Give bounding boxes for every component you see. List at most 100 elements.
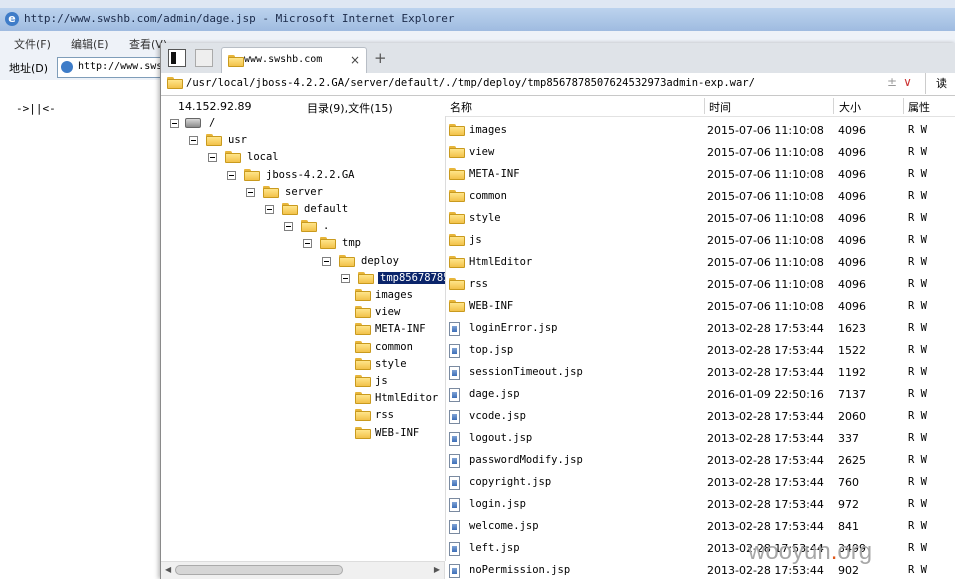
tree-node-label[interactable]: js <box>373 375 390 387</box>
file-row[interactable]: left.jsp 2013-02-28 17:53:44 3499 R W <box>446 538 955 560</box>
file-name[interactable]: welcome.jsp <box>469 520 539 532</box>
collapse-toggle-icon[interactable] <box>322 256 331 266</box>
file-row[interactable]: top.jsp 2013-02-28 17:53:44 1522 R W <box>446 340 955 362</box>
close-tab-icon[interactable]: × <box>350 53 360 67</box>
file-row[interactable]: copyright.jsp 2013-02-28 17:53:44 760 R W <box>446 472 955 494</box>
file-name[interactable]: images <box>469 124 507 136</box>
file-row[interactable]: login.jsp 2013-02-28 17:53:44 972 R W <box>446 494 955 516</box>
ie-address-input[interactable]: http://www.swshb.com/admin/dage.jsp <box>57 57 169 78</box>
file-name[interactable]: loginError.jsp <box>469 322 558 334</box>
collapse-toggle-icon[interactable] <box>227 170 236 180</box>
tree-node-label[interactable]: view <box>373 306 402 318</box>
scroll-left-icon[interactable]: ◀ <box>165 565 171 574</box>
tree-node-label[interactable]: common <box>373 341 415 353</box>
tree-node-label[interactable]: style <box>373 358 409 370</box>
sidebar-toggle-icon[interactable] <box>168 49 186 67</box>
path-input[interactable]: /usr/local/jboss-4.2.2.GA/server/default… <box>186 77 755 89</box>
file-name[interactable]: META-INF <box>469 168 520 180</box>
column-attr[interactable]: 属性 <box>908 99 930 115</box>
file-name[interactable]: view <box>469 146 494 158</box>
tree-node-label[interactable]: HtmlEditor <box>373 392 440 404</box>
file-name[interactable]: passwordModify.jsp <box>469 454 583 466</box>
file-row[interactable]: js 2015-07-06 11:10:08 4096 R W <box>446 230 955 252</box>
file-name[interactable]: login.jsp <box>469 498 526 510</box>
tree-node-label[interactable]: deploy <box>359 255 401 267</box>
tree-node-label[interactable]: tmp8567878507624532973admin-exp.war <box>378 271 445 284</box>
file-attr: R W <box>908 542 927 554</box>
file-name[interactable]: vcode.jsp <box>469 410 526 422</box>
file-row[interactable]: images 2015-07-06 11:10:08 4096 R W <box>446 120 955 142</box>
ie-menu-file[interactable]: 文件(F) <box>14 36 51 52</box>
tree-node-label[interactable]: images <box>373 289 415 301</box>
file-name[interactable]: HtmlEditor <box>469 256 532 268</box>
collapse-toggle-icon[interactable] <box>284 222 293 232</box>
column-size[interactable]: 大小 <box>839 99 861 115</box>
tree-node-label[interactable]: local <box>245 151 281 163</box>
file-row[interactable]: META-INF 2015-07-06 11:10:08 4096 R W <box>446 164 955 186</box>
file-name[interactable]: js <box>469 234 482 246</box>
file-name[interactable]: left.jsp <box>469 542 520 554</box>
file-row[interactable]: view 2015-07-06 11:10:08 4096 R W <box>446 142 955 164</box>
file-name[interactable]: logout.jsp <box>469 432 532 444</box>
file-name[interactable]: common <box>469 190 507 202</box>
collapse-toggle-icon[interactable] <box>208 153 217 163</box>
scroll-right-icon[interactable]: ▶ <box>434 565 440 574</box>
file-time: 2013-02-28 17:53:44 <box>707 322 824 335</box>
path-controls[interactable]: ± ∨ <box>887 75 912 89</box>
file-row[interactable]: sessionTimeout.jsp 2013-02-28 17:53:44 119… <box>446 362 955 384</box>
file-name[interactable]: WEB-INF <box>469 300 513 312</box>
collapse-toggle-icon[interactable] <box>303 239 312 249</box>
ie-menu-edit[interactable]: 编辑(E) <box>71 36 109 52</box>
file-name[interactable]: copyright.jsp <box>469 476 551 488</box>
read-button[interactable]: 读取 <box>925 73 955 111</box>
file-row[interactable]: logout.jsp 2013-02-28 17:53:44 337 R W <box>446 428 955 450</box>
ie-page-content: ->||<- <box>0 80 161 579</box>
tree-node-label[interactable]: jboss-4.2.2.GA <box>264 169 357 181</box>
file-row[interactable]: common 2015-07-06 11:10:08 4096 R W <box>446 186 955 208</box>
folder-icon <box>282 203 298 215</box>
tree-node-label[interactable]: / <box>207 117 217 129</box>
file-name[interactable]: rss <box>469 278 488 290</box>
tab-site[interactable]: www.swshb.com × <box>221 47 367 73</box>
file-name[interactable]: sessionTimeout.jsp <box>469 366 583 378</box>
tree-node-label[interactable]: tmp <box>340 237 363 249</box>
folder-icon <box>449 234 465 246</box>
file-row[interactable]: vcode.jsp 2013-02-28 17:53:44 2060 R W <box>446 406 955 428</box>
scroll-thumb[interactable] <box>175 565 343 575</box>
file-attr: R W <box>908 454 927 466</box>
file-row[interactable]: loginError.jsp 2013-02-28 17:53:44 1623 R W <box>446 318 955 340</box>
tree-node-label[interactable]: WEB-INF <box>373 427 421 439</box>
tree-horizontal-scrollbar[interactable]: ◀ ▶ <box>161 561 445 579</box>
tree-node-label[interactable]: META-INF <box>373 323 428 335</box>
path-plusminus[interactable]: ± <box>887 75 897 89</box>
tree-node-label[interactable]: . <box>321 220 331 232</box>
collapse-toggle-icon[interactable] <box>189 136 198 146</box>
chevron-down-icon[interactable]: ∨ <box>903 75 912 89</box>
file-row[interactable]: HtmlEditor 2015-07-06 11:10:08 4096 R W <box>446 252 955 274</box>
tree-node-label[interactable]: rss <box>373 409 396 421</box>
file-name[interactable]: dage.jsp <box>469 388 520 400</box>
tree-node-label[interactable]: usr <box>226 134 249 146</box>
tree-node-label[interactable]: default <box>302 203 350 215</box>
collapse-toggle-icon[interactable] <box>246 187 255 197</box>
column-time[interactable]: 时间 <box>709 99 731 115</box>
file-size: 4096 <box>838 234 866 247</box>
file-row[interactable]: rss 2015-07-06 11:10:08 4096 R W <box>446 274 955 296</box>
column-name[interactable]: 名称 <box>450 99 472 115</box>
file-row[interactable]: WEB-INF 2015-07-06 11:10:08 4096 R W <box>446 296 955 318</box>
file-row[interactable]: style 2015-07-06 11:10:08 4096 R W <box>446 208 955 230</box>
collapse-toggle-icon[interactable] <box>265 205 274 214</box>
file-name[interactable]: top.jsp <box>469 344 513 356</box>
window-list-icon[interactable] <box>195 49 213 67</box>
file-row[interactable]: welcome.jsp 2013-02-28 17:53:44 841 R W <box>446 516 955 538</box>
tree-node-label[interactable]: server <box>283 186 325 198</box>
file-row[interactable]: passwordModify.jsp 2013-02-28 17:53:44 262… <box>446 450 955 472</box>
file-name[interactable]: noPermission.jsp <box>469 564 570 576</box>
collapse-toggle-icon[interactable] <box>341 273 350 283</box>
collapse-toggle-icon[interactable] <box>170 119 179 128</box>
file-size: 2060 <box>838 410 866 423</box>
file-name[interactable]: style <box>469 212 501 224</box>
file-row[interactable]: dage.jsp 2016-01-09 22:50:16 7137 R W <box>446 384 955 406</box>
file-row[interactable]: noPermission.jsp 2013-02-28 17:53:44 902 R … <box>446 560 955 579</box>
new-tab-button[interactable]: + <box>374 49 387 67</box>
